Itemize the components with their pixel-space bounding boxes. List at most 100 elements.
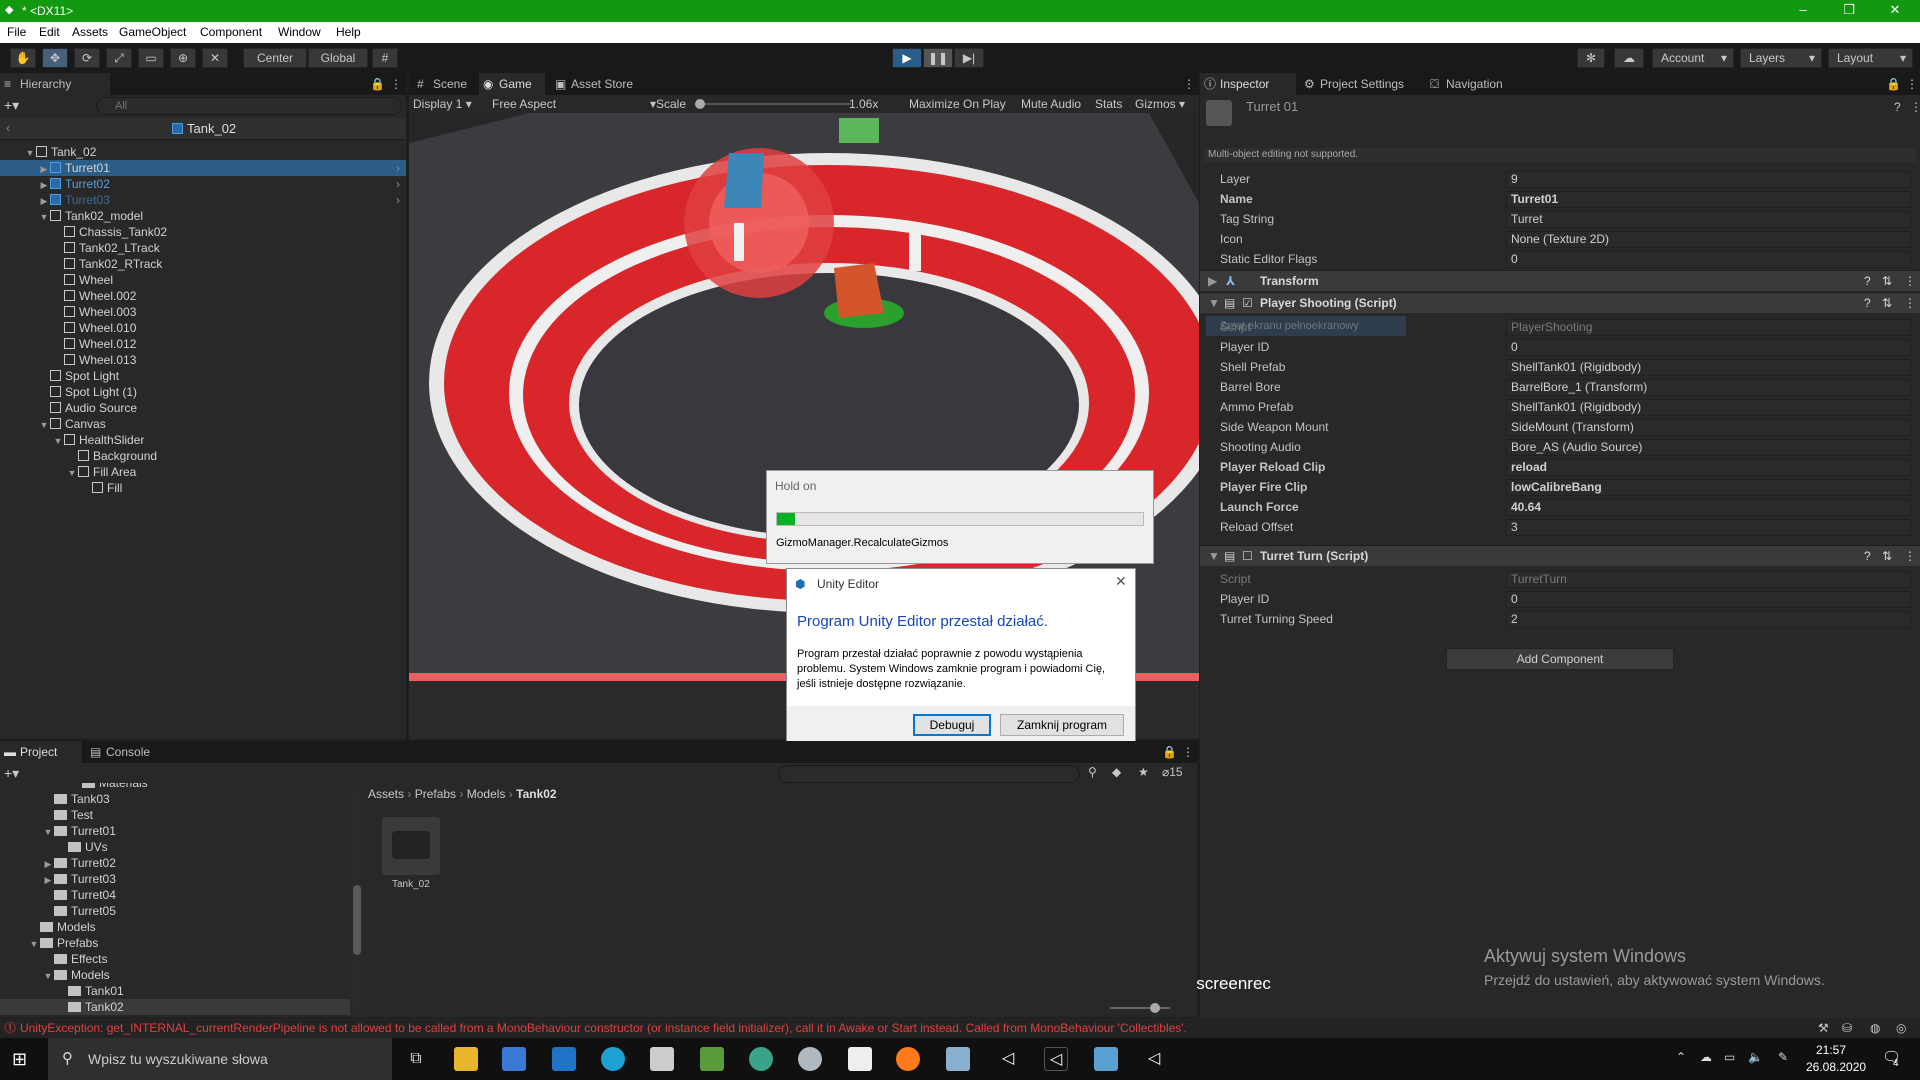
step-button[interactable]: ▶| — [954, 48, 984, 68]
hierarchy-row[interactable]: Wheel.012 — [0, 336, 406, 352]
hierarchy-row[interactable]: ▼ Tank_02 — [0, 144, 406, 160]
project-folder-item[interactable]: Effects — [0, 951, 350, 967]
minecraft-icon[interactable] — [700, 1047, 724, 1071]
back-arrow-icon[interactable]: ‹ — [6, 121, 10, 135]
expand-arrow-icon[interactable]: ▶ — [38, 177, 50, 193]
player-shooting-component-header[interactable]: ▼ ▤ ☑ Player Shooting (Script) ? ⇅ ⋮ — [1200, 292, 1920, 313]
help-icon[interactable]: ? — [1864, 271, 1871, 292]
hierarchy-row[interactable]: Chassis_Tank02 — [0, 224, 406, 240]
property-value-field[interactable]: None (Texture 2D) — [1506, 231, 1911, 248]
account-dropdown[interactable]: Account ▾ — [1652, 48, 1734, 68]
unity-icon[interactable]: ◁ — [1142, 1047, 1166, 1071]
tab-inspector[interactable]: ⓘ Inspector — [1200, 73, 1296, 95]
property-value-field[interactable]: reload — [1506, 459, 1911, 476]
help-icon[interactable]: ? — [1864, 293, 1871, 314]
expand-arrow-icon[interactable]: ▼ — [42, 968, 54, 984]
project-folder-item[interactable]: Models — [0, 919, 350, 935]
project-folder-item[interactable]: ▶ Turret03 — [0, 871, 350, 887]
cloud-sync-icon[interactable]: ☁ — [1700, 1050, 1712, 1064]
hierarchy-row[interactable]: Wheel.003 — [0, 304, 406, 320]
project-folder-item[interactable]: ▼ Models — [0, 967, 350, 983]
expand-arrow-icon[interactable]: ▼ — [66, 465, 78, 481]
menu-assets[interactable]: Assets — [72, 25, 108, 39]
pivot-center-button[interactable]: Center — [243, 48, 307, 68]
expand-arrow-icon[interactable]: ▶ — [38, 193, 50, 209]
rect-tool-icon[interactable]: ▭ — [138, 48, 164, 68]
add-icon[interactable]: +▾ — [4, 765, 19, 782]
search-by-label-icon[interactable]: ◆ — [1112, 765, 1121, 779]
store-icon[interactable] — [502, 1047, 526, 1071]
more-icon[interactable]: ⋮ — [1904, 271, 1916, 292]
volume-icon[interactable]: 🔈 — [1748, 1050, 1763, 1064]
tab-hierarchy[interactable]: ≡ Hierarchy — [0, 73, 110, 95]
project-folder-item[interactable]: Turret05 — [0, 903, 350, 919]
unity-hub-icon[interactable] — [848, 1047, 872, 1071]
hierarchy-row[interactable]: ▼ Tank02_model — [0, 208, 406, 224]
expand-arrow-icon[interactable]: ▼ — [1208, 546, 1220, 567]
project-folder-item[interactable]: ▶ Turret02 — [0, 855, 350, 871]
app-icon[interactable] — [946, 1047, 970, 1071]
preset-icon[interactable]: ⇅ — [1882, 271, 1892, 292]
property-value-field[interactable]: Turret — [1506, 211, 1911, 228]
property-value-field[interactable]: Turret01 — [1506, 191, 1911, 208]
tab-scene[interactable]: # Scene — [413, 73, 473, 95]
project-folder-item[interactable]: Materials — [0, 783, 350, 791]
more-icon[interactable]: ⋮ — [1906, 77, 1918, 91]
transform-tool-icon[interactable]: ⊕ — [170, 48, 196, 68]
breadcrumb-models[interactable]: Models — [467, 787, 506, 801]
property-value-field[interactable]: 40.64 — [1506, 499, 1911, 516]
document-app-icon[interactable] — [650, 1047, 674, 1071]
expand-arrow-icon[interactable]: ▼ — [42, 824, 54, 840]
more-icon[interactable]: ⋮ — [1910, 100, 1920, 114]
chevron-right-icon[interactable]: › — [396, 160, 400, 176]
search-by-type-icon[interactable]: ⚲ — [1088, 765, 1097, 779]
more-icon[interactable]: ⋮ — [1904, 293, 1916, 314]
pen-icon[interactable]: ✎ — [1778, 1050, 1788, 1064]
expand-arrow-icon[interactable]: ▶ — [42, 872, 54, 888]
hierarchy-row[interactable]: Tank02_RTrack — [0, 256, 406, 272]
menu-help[interactable]: Help — [336, 25, 361, 39]
project-folder-item[interactable]: Tank02 — [0, 999, 350, 1015]
hierarchy-row[interactable]: Wheel — [0, 272, 406, 288]
hierarchy-row[interactable]: ▼ Fill Area — [0, 464, 406, 480]
hierarchy-row[interactable]: Fill — [0, 480, 406, 496]
tab-project[interactable]: ▬ Project — [0, 741, 82, 763]
windows-start-icon[interactable]: ⊞ — [12, 1049, 27, 1070]
transform-component-header[interactable]: ▶ ⅄ Transform ? ⇅ ⋮ — [1200, 270, 1920, 291]
add-component-button[interactable]: Add Component — [1446, 648, 1674, 670]
property-value-field[interactable]: ShellTank01 (Rigidbody) — [1506, 359, 1911, 376]
hierarchy-row[interactable]: Background — [0, 448, 406, 464]
pause-button[interactable]: ❚❚ — [923, 48, 953, 68]
hierarchy-row[interactable]: Audio Source — [0, 400, 406, 416]
property-value-field[interactable]: lowCalibreBang — [1506, 479, 1911, 496]
property-value-field[interactable]: SideMount (Transform) — [1506, 419, 1911, 436]
taskbar-search-box[interactable]: ⚲ Wpisz tu wyszukiwane słowa — [48, 1038, 392, 1080]
project-folder-item[interactable]: ▼ Turret01 — [0, 823, 350, 839]
expand-arrow-icon[interactable]: ▼ — [38, 417, 50, 433]
collab-icon[interactable]: ✻ — [1577, 48, 1605, 68]
more-icon[interactable]: ⋮ — [1183, 77, 1195, 91]
rotate-tool-icon[interactable]: ⟳ — [74, 48, 100, 68]
property-value-field[interactable]: 9 — [1506, 171, 1911, 188]
hidden-packages-icon[interactable]: ⌀15 — [1162, 765, 1183, 779]
breadcrumb-tank02[interactable]: Tank02 — [516, 787, 556, 801]
hierarchy-row[interactable]: Spot Light — [0, 368, 406, 384]
property-value-field[interactable]: BarrelBore_1 (Transform) — [1506, 379, 1911, 396]
tree-scrollbar-thumb[interactable] — [353, 885, 361, 955]
hierarchy-row[interactable]: ▶ Turret01 › — [0, 160, 406, 176]
scale-slider[interactable] — [695, 99, 851, 109]
expand-arrow-icon[interactable]: ▼ — [24, 145, 36, 161]
display-dropdown[interactable]: Display 1 ▾ — [413, 95, 472, 113]
stats-toggle[interactable]: Stats — [1095, 95, 1122, 113]
dialog-close-icon[interactable]: ✕ — [1115, 573, 1127, 590]
tree-scrollbar[interactable] — [352, 785, 362, 1015]
hierarchy-row[interactable]: Tank02_LTrack — [0, 240, 406, 256]
project-folder-item[interactable]: ▼ Prefabs — [0, 935, 350, 951]
tab-asset-store[interactable]: ▣ Asset Store — [551, 73, 647, 95]
hand-tool-icon[interactable]: ✋ — [10, 48, 36, 68]
menu-edit[interactable]: Edit — [39, 25, 60, 39]
property-value-field[interactable]: 0 — [1506, 591, 1911, 608]
menu-file[interactable]: File — [7, 25, 26, 39]
property-value-field[interactable]: ShellTank01 (Rigidbody) — [1506, 399, 1911, 416]
hierarchy-row[interactable]: ▶ Turret02 › — [0, 176, 406, 192]
